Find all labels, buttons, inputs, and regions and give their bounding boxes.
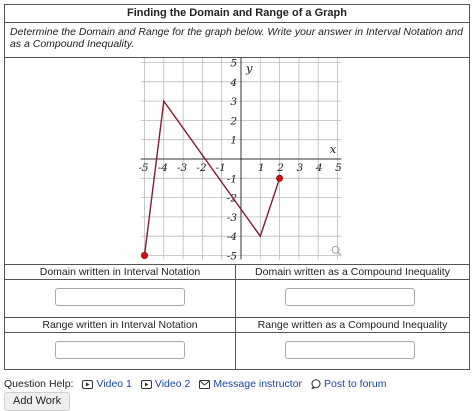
- problem-title: Finding the Domain and Range of a Graph: [5, 5, 469, 23]
- add-work-button[interactable]: Add Work: [4, 392, 71, 411]
- x-tick-label: -5: [138, 162, 149, 174]
- video-2-link[interactable]: Video 2: [140, 378, 191, 390]
- post-to-forum-label: Post to forum: [324, 378, 387, 390]
- speech-bubble-icon: [311, 379, 321, 389]
- range-compound-cell: Range written as a Compound Inequality: [236, 318, 469, 370]
- domain-compound-input[interactable]: [285, 288, 415, 306]
- range-interval-label: Range written in Interval Notation: [5, 318, 235, 333]
- x-tick-label: 2: [276, 162, 284, 174]
- range-interval-cell: Range written in Interval Notation: [5, 318, 236, 370]
- video-icon: [82, 379, 94, 389]
- x-tick-label: -3: [177, 162, 188, 174]
- closed-endpoint: [276, 174, 284, 182]
- envelope-icon: [199, 379, 211, 389]
- x-tick-label: 3: [297, 162, 304, 174]
- y-tick-label: 5: [230, 58, 237, 70]
- video-2-label: Video 2: [154, 378, 191, 390]
- problem-panel: Finding the Domain and Range of a Graph …: [4, 4, 470, 370]
- question-help: Question Help: Video 1 Video 2 Message i…: [4, 377, 387, 391]
- video-1-link[interactable]: Video 1: [82, 378, 132, 390]
- domain-compound-cell: Domain written as a Compound Inequality: [236, 265, 469, 318]
- x-tick-label: 4: [315, 162, 323, 174]
- y-tick-label: 1: [230, 135, 237, 147]
- video-1-label: Video 1: [96, 378, 132, 390]
- question-help-label: Question Help:: [4, 378, 74, 390]
- x-tick-label: 1: [258, 162, 265, 174]
- y-tick-label: -1: [227, 173, 237, 185]
- domain-compound-label: Domain written as a Compound Inequality: [236, 265, 469, 280]
- x-axis-label: x: [330, 142, 337, 156]
- closed-endpoint: [141, 252, 149, 260]
- post-to-forum-link[interactable]: Post to forum: [311, 378, 387, 390]
- x-tick-label: -1: [216, 162, 226, 174]
- x-tick-label: 5: [335, 162, 342, 174]
- y-tick-label: -3: [227, 212, 238, 224]
- problem-instructions: Determine the Domain and Range for the g…: [5, 23, 469, 58]
- domain-interval-cell: Domain written in Interval Notation: [5, 265, 236, 318]
- magnifier-icon[interactable]: [331, 245, 342, 256]
- video-icon: [140, 379, 152, 389]
- graph-cell: -5 -4 -3 -2 -1 1 2 3 4 5 5 4 3 2 1 -1 -2 -3 -4 -5 x y: [5, 58, 469, 265]
- message-instructor-label: Message instructor: [213, 378, 303, 390]
- range-compound-label: Range written as a Compound Inequality: [236, 318, 469, 333]
- range-compound-input[interactable]: [285, 341, 415, 359]
- y-tick-label: 4: [229, 77, 237, 89]
- domain-interval-label: Domain written in Interval Notation: [5, 265, 235, 280]
- domain-interval-input[interactable]: [55, 288, 185, 306]
- y-tick-label: 3: [230, 96, 237, 108]
- x-tick-label: -2: [196, 162, 207, 174]
- y-tick-label: -4: [227, 231, 237, 243]
- x-tick-label: -4: [158, 162, 168, 174]
- range-interval-input[interactable]: [55, 341, 185, 359]
- graph: -5 -4 -3 -2 -1 1 2 3 4 554321-1-2-3-4-5xy: [138, 58, 342, 263]
- y-tick-label: 2: [229, 115, 237, 127]
- message-instructor-link[interactable]: Message instructor: [199, 378, 302, 390]
- y-tick-label: -5: [227, 251, 238, 263]
- y-axis-label: y: [245, 61, 253, 75]
